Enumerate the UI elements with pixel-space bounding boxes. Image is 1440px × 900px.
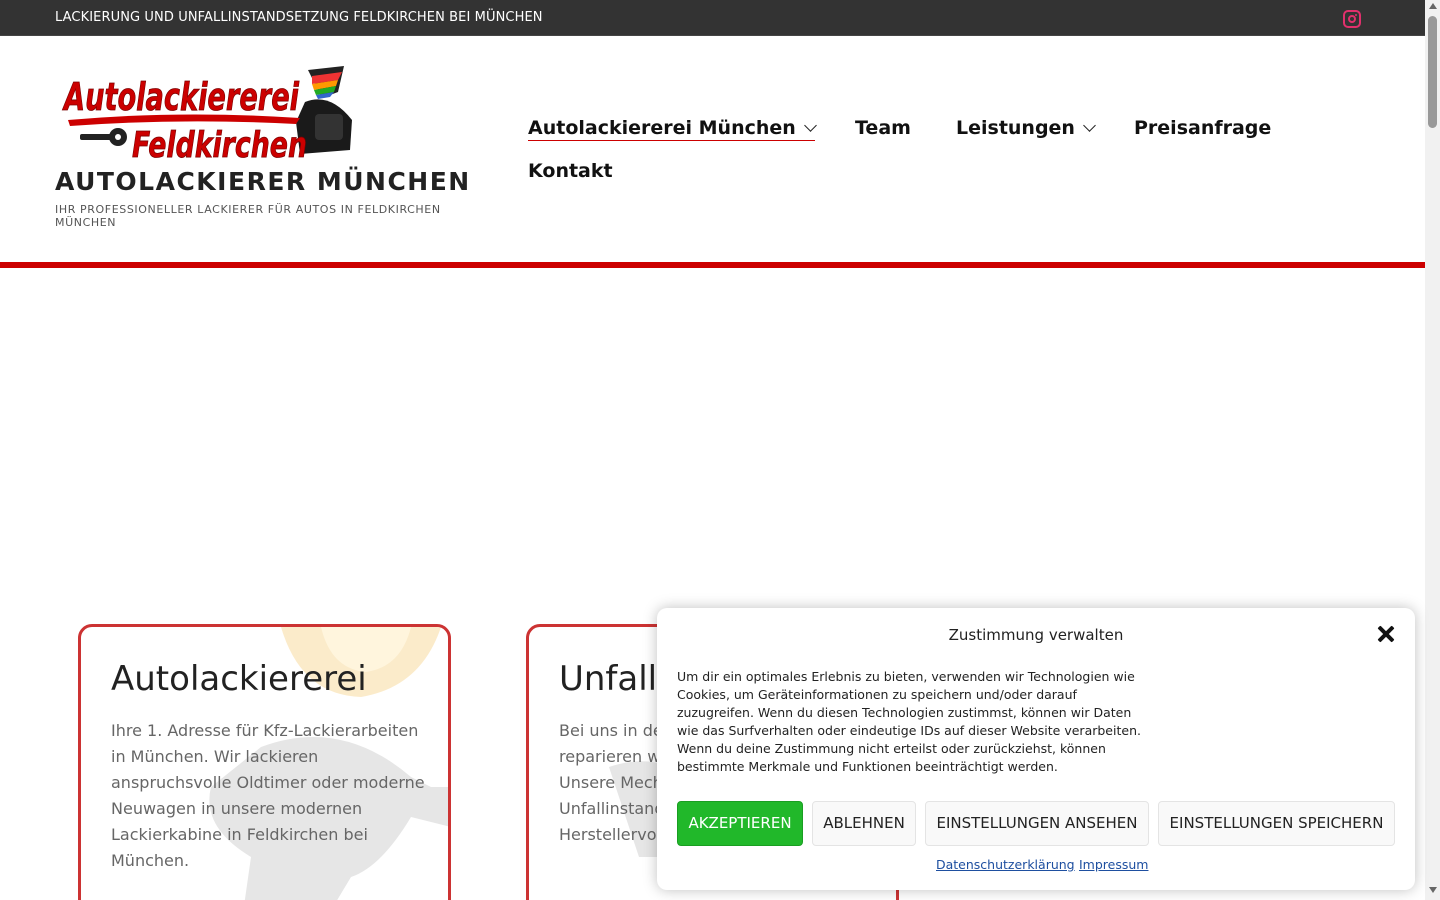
imprint-link[interactable]: Impressum	[1079, 857, 1148, 872]
consent-title: Zustimmung verwalten	[948, 626, 1124, 644]
nav-item-autolackiererei[interactable]: Autolackiererei München	[528, 117, 817, 141]
card-text: Ihre 1. Adresse für Kfz-Lackierarbeiten …	[111, 721, 425, 870]
consent-text: Um dir ein optimales Erlebnis zu bieten,…	[677, 669, 1141, 774]
nav-label: Kontakt	[528, 160, 613, 182]
save-settings-button[interactable]: EINSTELLUNGEN SPEICHERN	[1158, 801, 1395, 846]
topbar: LACKIERUNG UND UNFALLINSTANDSETZUNG FELD…	[0, 0, 1425, 36]
scrollbar-track[interactable]	[1425, 0, 1440, 900]
site-title[interactable]: AUTOLACKIERER MÜNCHEN	[55, 167, 471, 196]
nav-item-kontakt[interactable]: Kontakt	[528, 160, 613, 182]
gear-icon	[80, 128, 127, 146]
logo-line1: Autolackiererei	[62, 75, 300, 119]
privacy-link[interactable]: Datenschutzerklärung	[936, 857, 1075, 872]
view-settings-button[interactable]: EINSTELLUNGEN ANSEHEN	[925, 801, 1149, 846]
site-logo[interactable]: Autolackiererei Feldkirchen	[60, 62, 360, 162]
nav-item-preisanfrage[interactable]: Preisanfrage	[1134, 117, 1271, 139]
nav-label: Autolackiererei München	[528, 117, 796, 139]
chevron-down-icon	[1083, 119, 1096, 132]
close-icon[interactable]	[1376, 624, 1396, 644]
site-header: Autolackiererei Feldkirchen AUTOLACKIERE…	[0, 37, 1425, 262]
scrollbar-thumb[interactable]	[1428, 16, 1437, 128]
deny-button[interactable]: ABLEHNEN	[812, 801, 916, 846]
instagram-icon[interactable]	[1343, 10, 1361, 28]
card-text: Bei uns in de reparieren w Unsere Mech U…	[559, 721, 665, 844]
accept-button[interactable]: AKZEPTIEREN	[677, 801, 803, 846]
nav-label: Team	[855, 117, 911, 139]
nav-label: Leistungen	[956, 117, 1075, 139]
topbar-text: LACKIERUNG UND UNFALLINSTANDSETZUNG FELD…	[55, 10, 543, 25]
site-tagline: IHR PROFESSIONELLER LACKIERER FÜR AUTOS …	[55, 203, 441, 229]
cookie-consent-dialog: Zustimmung verwalten Um dir ein optimale…	[657, 608, 1415, 890]
nav-item-leistungen[interactable]: Leistungen	[956, 117, 1096, 139]
scroll-down-icon[interactable]	[1429, 887, 1437, 893]
card-title: Autolackiererei	[111, 659, 367, 699]
logo-line2: Feldkirchen	[132, 125, 307, 162]
scroll-up-icon[interactable]	[1429, 3, 1437, 9]
chevron-down-icon	[803, 119, 817, 132]
nav-item-team[interactable]: Team	[855, 117, 911, 139]
header-divider	[0, 262, 1425, 268]
card-title: Unfall	[559, 659, 658, 699]
service-card-lackiererei[interactable]: Autolackiererei Ihre 1. Adresse für Kfz-…	[78, 624, 451, 900]
nav-label: Preisanfrage	[1134, 117, 1272, 139]
